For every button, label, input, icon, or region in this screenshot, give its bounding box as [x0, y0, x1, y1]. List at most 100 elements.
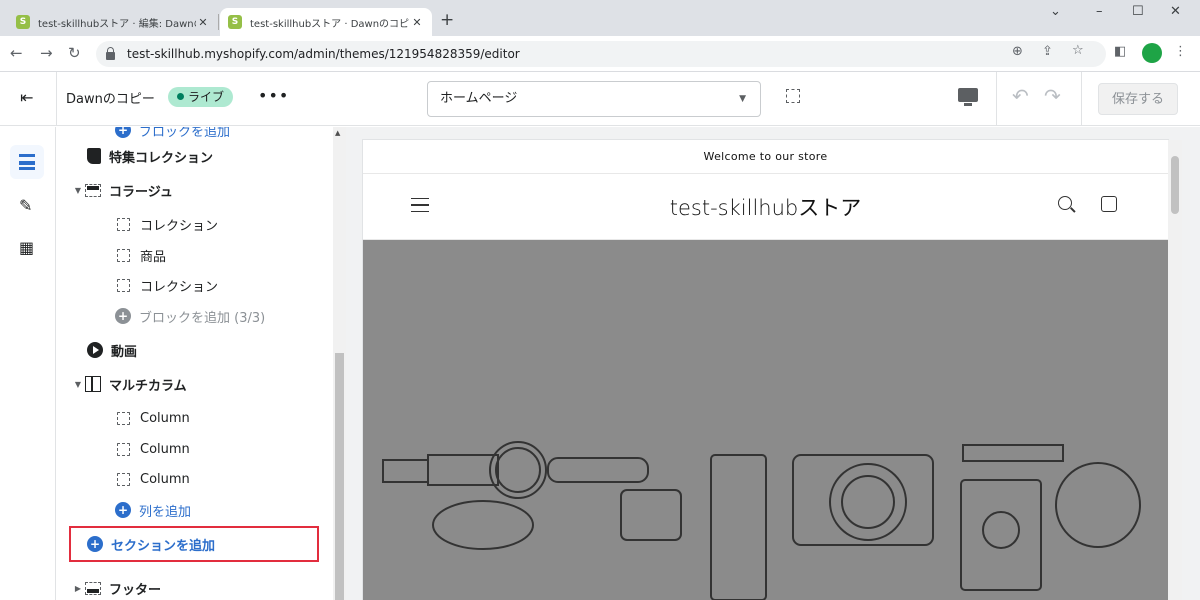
side-panel-icon[interactable]: ◧ [1114, 44, 1126, 59]
caret-down-icon[interactable]: ▼ [71, 186, 85, 195]
search-icon[interactable] [1058, 196, 1072, 210]
tree-item-label: ブロックを追加 (3/3) [139, 310, 266, 326]
browser-tab-editor-dawn[interactable]: S test-skillhubストア · 編集: Dawnの ✕ [8, 8, 218, 36]
redo-icon[interactable]: ↷ [1044, 84, 1061, 108]
plus-circle-icon: + [115, 308, 131, 324]
tree-block-column[interactable]: Column [57, 434, 333, 464]
tree-block-column[interactable]: Column [57, 464, 333, 494]
save-button[interactable]: 保存する [1098, 83, 1178, 115]
app-embeds-nav-button[interactable]: ▦ [10, 231, 44, 265]
block-icon [117, 217, 130, 231]
editor-topbar: ⇤ Dawnのコピー ライブ ••• ホームページ ▼ ↶ ↷ 保存する [0, 72, 1200, 126]
sunglasses [432, 500, 534, 550]
storefront-preview[interactable]: Welcome to our store test-skillhubストア [363, 140, 1168, 600]
divider [996, 72, 997, 126]
tab-title: test-skillhubストア · Dawnのコピーを [250, 18, 410, 30]
tab-divider [218, 14, 219, 30]
apps-icon: ▦ [19, 238, 35, 257]
tree-item-label: マルチカラム [109, 378, 187, 394]
inspector-icon[interactable] [786, 89, 800, 103]
new-tab-button[interactable]: + [440, 10, 454, 30]
shopify-favicon-icon: S [228, 15, 242, 29]
watch-strap-left [382, 459, 429, 483]
tree-section-collage[interactable]: ▼ コラージュ [57, 175, 333, 205]
passport-emblem [982, 511, 1020, 549]
maximize-button[interactable]: ☐ [1132, 4, 1144, 19]
preview-scrollbar[interactable] [1168, 140, 1182, 600]
pencil [962, 444, 1064, 462]
exit-icon[interactable]: ⇤ [20, 88, 40, 108]
close-window-button[interactable]: ✕ [1170, 4, 1181, 19]
sections-icon [19, 154, 35, 170]
block-icon [117, 442, 130, 456]
menu-kebab-icon[interactable]: ⋮ [1174, 44, 1187, 59]
columns-icon [85, 376, 101, 392]
watch-face-inner [495, 447, 541, 493]
bookmark-star-icon[interactable]: ☆ [1072, 43, 1084, 58]
undo-icon[interactable]: ↶ [1012, 84, 1029, 108]
browser-tab-strip: S test-skillhubストア · 編集: Dawnの ✕ S test-… [0, 0, 1200, 36]
hero-illustration [382, 441, 1141, 600]
live-badge-label: ライブ [188, 90, 225, 104]
tree-block-column[interactable]: Column [57, 403, 333, 433]
tree-block-collection[interactable]: コレクション [57, 270, 333, 300]
tree-item-label: 商品 [140, 249, 167, 265]
tree-section-multicolumn[interactable]: ▼ マルチカラム [57, 369, 333, 399]
add-block-disabled-button: + ブロックを追加 (3/3) [57, 301, 333, 331]
block-icon [117, 278, 130, 292]
status-dot-icon [177, 93, 184, 100]
tree-item-label: フッター [109, 582, 162, 598]
scroll-up-arrow-icon[interactable]: ▲ [335, 129, 340, 137]
tree-section-video[interactable]: 動画 [57, 335, 333, 365]
tree-block-product[interactable]: 商品 [57, 240, 333, 270]
zoom-icon[interactable]: ⊕ [1012, 44, 1023, 59]
page-select[interactable]: ホームページ ▼ [427, 81, 761, 117]
tree-item-label: Column [140, 410, 190, 426]
tree-section-footer[interactable]: ▶ フッター [57, 573, 333, 600]
close-icon[interactable]: ✕ [196, 16, 210, 29]
section-tree-scrollbar[interactable]: ▲ [333, 127, 346, 600]
profile-avatar[interactable] [1142, 43, 1162, 63]
page-select-value: ホームページ [440, 91, 518, 106]
tree-section-featured-collection[interactable]: 特集コレクション [57, 141, 333, 171]
tree-item-label: Column [140, 441, 190, 457]
sections-nav-button[interactable] [10, 145, 44, 179]
theme-name: Dawnのコピー [66, 92, 155, 107]
tab-search-button[interactable]: ⌄ [1050, 4, 1061, 19]
theme-settings-nav-button[interactable]: ✎ [10, 189, 44, 223]
close-icon[interactable]: ✕ [410, 16, 424, 29]
minimize-button[interactable]: – [1096, 4, 1103, 19]
tree-item-label: ブロックを追加 [139, 127, 231, 140]
reload-icon[interactable]: ↻ [68, 44, 81, 62]
tree-item-label: コレクション [140, 218, 219, 234]
browser-tab-dawn-copy[interactable]: S test-skillhubストア · Dawnのコピーを ✕ [220, 8, 432, 36]
tall-lens [710, 454, 767, 600]
scrollbar-thumb[interactable] [335, 353, 344, 600]
tree-item-label: コレクション [140, 279, 219, 295]
caret-down-icon[interactable]: ▼ [71, 380, 85, 389]
block-icon [117, 411, 130, 425]
divider [56, 72, 57, 126]
collage-icon [85, 183, 101, 197]
paintbrush-icon: ✎ [19, 196, 33, 215]
tree-item-label: Column [140, 471, 190, 487]
forward-arrow-icon[interactable]: → [40, 44, 53, 62]
scrollbar-thumb[interactable] [1171, 156, 1179, 214]
tree-item-label: 特集コレクション [109, 150, 214, 166]
camera-body [792, 454, 934, 546]
footer-icon [85, 581, 101, 595]
highlight-box [69, 526, 319, 562]
more-actions-button[interactable]: ••• [258, 86, 289, 105]
add-column-button[interactable]: + 列を追加 [57, 495, 333, 525]
desktop-view-icon[interactable] [958, 88, 978, 106]
caret-right-icon[interactable]: ▶ [71, 584, 85, 593]
back-arrow-icon[interactable]: ← [10, 44, 23, 62]
share-icon[interactable]: ⇪ [1042, 44, 1053, 59]
announcement-bar: Welcome to our store [363, 140, 1168, 174]
play-icon [87, 342, 103, 358]
camera-lens-inner [841, 475, 895, 529]
cart-icon[interactable] [1101, 196, 1117, 212]
tree-block-collection[interactable]: コレクション [57, 209, 333, 239]
url-field[interactable]: test-skillhub.myshopify.com/admin/themes… [96, 41, 1106, 67]
left-rail: ✎ ▦ [0, 127, 56, 600]
